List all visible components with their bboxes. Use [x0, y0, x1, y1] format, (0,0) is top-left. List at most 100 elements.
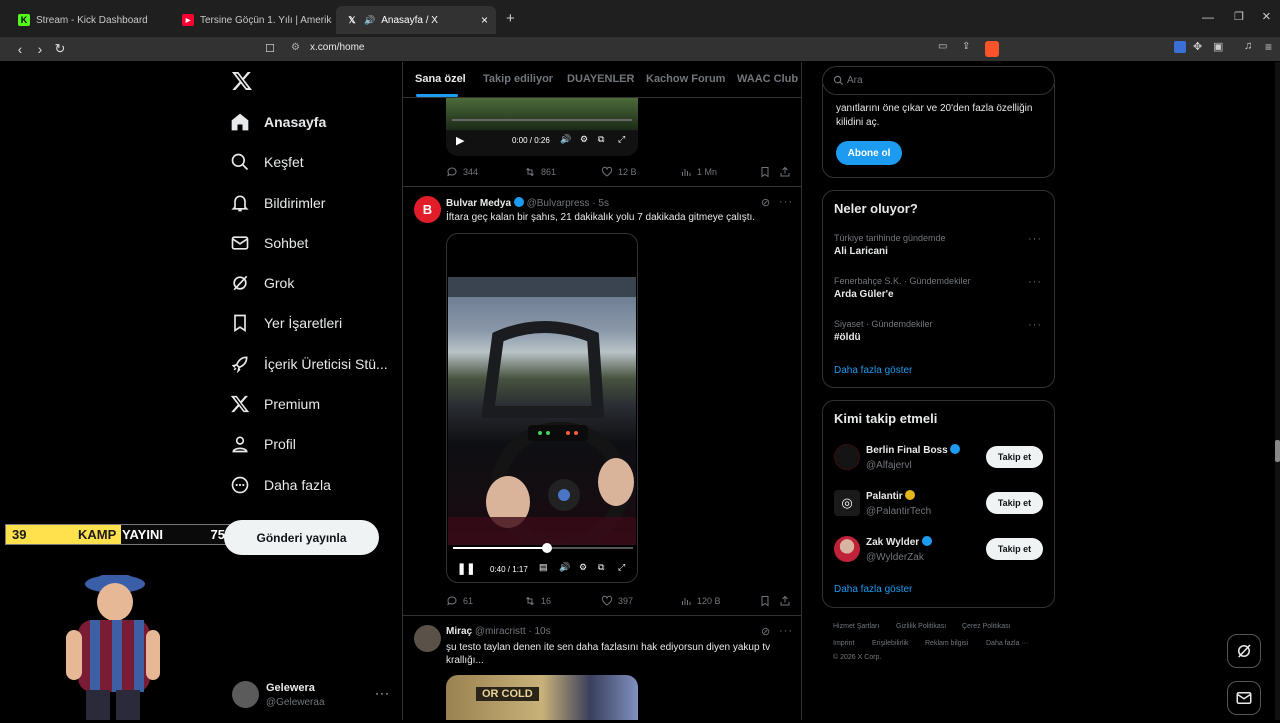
brave-shield-icon[interactable] [985, 41, 999, 57]
restore-button[interactable]: ❐ [1234, 10, 1244, 23]
like-button[interactable]: 12 B [601, 166, 637, 178]
footer-link[interactable]: Reklam bilgisi [925, 640, 968, 647]
avatar[interactable] [834, 536, 860, 562]
fullscreen-icon[interactable]: ⤢ [618, 134, 625, 145]
cast-icon[interactable]: ▭ [938, 41, 947, 52]
post-video[interactable]: ▶ 0:00 / 0:26 🔊 ⚙ ⧉ ⤢ [446, 98, 638, 156]
puzzle-icon[interactable]: ✥ [1193, 40, 1202, 53]
follow-item-name[interactable]: Zak Wylder [866, 536, 932, 548]
extension-icon[interactable] [1174, 41, 1186, 53]
follow-button[interactable]: Takip et [986, 446, 1043, 468]
post-image[interactable]: OR COLD [446, 675, 638, 720]
media-icon[interactable]: ♫ [1244, 40, 1252, 52]
grok-float-button[interactable] [1227, 634, 1261, 668]
reply-button[interactable]: 61 [446, 595, 473, 607]
post-video[interactable]: ❚❚ 0:40 / 1:17 ▤ 🔊 ⚙ ⧉ ⤢ [446, 233, 638, 583]
tab-for-you[interactable]: Sana özel [415, 73, 466, 85]
author-handle[interactable]: @miracristt [475, 626, 526, 637]
trend-item[interactable]: Arda Güler'e [834, 289, 894, 300]
close-window-button[interactable]: × [1262, 8, 1271, 25]
tab-x[interactable]: 𝕏 🔊 Anasayfa / X × [336, 6, 496, 34]
sidebar-item-explore[interactable]: Keşfet [230, 145, 304, 179]
tab-kachow-forum[interactable]: Kachow Forum [646, 73, 725, 85]
sidebar-item-home[interactable]: Anasayfa [230, 105, 326, 139]
sidebar-item-notifications[interactable]: Bildirimler [230, 186, 325, 220]
share-button[interactable] [779, 166, 791, 178]
trend-item[interactable]: Ali Laricani [834, 246, 888, 257]
volume-icon[interactable]: 🔊 [560, 134, 571, 145]
captions-icon[interactable]: ▤ [539, 562, 548, 573]
avatar[interactable] [414, 625, 441, 652]
minimize-button[interactable]: — [1202, 10, 1214, 24]
video-progress-track[interactable] [452, 119, 632, 121]
footer-link[interactable]: Imprint [833, 640, 854, 647]
show-more-trends-link[interactable]: Daha fazla göster [834, 365, 912, 376]
pip-icon[interactable]: ⧉ [598, 134, 604, 145]
share-button[interactable] [779, 595, 791, 607]
close-tab-icon[interactable]: × [481, 13, 488, 27]
reload-icon[interactable]: ↻ [51, 40, 69, 58]
avatar[interactable] [232, 681, 259, 708]
trend-item[interactable]: #öldü [834, 332, 861, 343]
tab-following[interactable]: Takip ediliyor [483, 73, 553, 85]
pip-icon[interactable]: ⧉ [598, 562, 604, 573]
account-menu-icon[interactable]: ··· [375, 686, 390, 700]
palantir-logo-icon[interactable]: ◎ [834, 490, 860, 516]
video-progress-handle[interactable] [541, 543, 552, 553]
sidebar-item-creator-studio[interactable]: İçerik Üreticisi Stü... [230, 347, 388, 381]
repost-button[interactable]: 16 [524, 595, 551, 607]
repost-button[interactable]: 861 [524, 166, 556, 178]
fullscreen-icon[interactable]: ⤢ [618, 562, 625, 573]
share-icon[interactable]: ⇪ [962, 41, 970, 52]
footer-link[interactable]: Erişilebilirlik [872, 640, 909, 647]
play-icon[interactable]: ▶ [456, 134, 464, 147]
grok-post-icon[interactable]: ⊘ [761, 625, 770, 638]
volume-icon[interactable]: 🔊 [559, 562, 570, 573]
subscribe-button[interactable]: Abone ol [836, 141, 902, 165]
trend-more-icon[interactable]: ··· [1028, 319, 1042, 331]
tab-waac-club[interactable]: WAAC Club [737, 73, 798, 85]
tab-kick[interactable]: K Stream - Kick Dashboard [8, 6, 168, 34]
views-button[interactable]: 1 Mn [680, 166, 717, 178]
like-button[interactable]: 397 [601, 595, 633, 607]
footer-link[interactable]: Hizmet Şartları [833, 623, 879, 630]
url-field[interactable]: x.com/home [310, 42, 364, 53]
post-time[interactable]: · 10s [528, 626, 550, 637]
new-tab-button[interactable]: + [506, 10, 515, 27]
messages-float-button[interactable] [1227, 681, 1261, 715]
trend-more-icon[interactable]: ··· [1028, 276, 1042, 288]
views-button[interactable]: 120 B [680, 595, 721, 607]
trend-more-icon[interactable]: ··· [1028, 233, 1042, 245]
avatar[interactable]: B [414, 196, 441, 223]
post-time[interactable]: · 5s [592, 198, 609, 209]
reply-button[interactable]: 344 [446, 166, 478, 178]
footer-link[interactable]: Gizlilik Politikası [896, 623, 946, 630]
sidebar-item-messages[interactable]: Sohbet [230, 226, 308, 260]
page-scrollbar[interactable] [1275, 62, 1280, 720]
sidebar-item-premium[interactable]: Premium [230, 387, 320, 421]
site-info-icon[interactable]: ⚙ [291, 42, 300, 53]
author-handle[interactable]: @Bulvarpress [527, 198, 590, 209]
follow-button[interactable]: Takip et [986, 492, 1043, 514]
follow-item-name[interactable]: Palantir [866, 490, 916, 502]
sidebar-item-bookmarks[interactable]: Yer İşaretleri [230, 306, 342, 340]
forward-icon[interactable]: › [31, 40, 49, 58]
x-logo-icon[interactable] [231, 70, 253, 92]
bookmark-button[interactable] [759, 595, 771, 607]
back-icon[interactable]: ‹ [11, 40, 29, 58]
author-name[interactable]: Bulvar Medya [446, 198, 511, 209]
show-more-follow-link[interactable]: Daha fazla göster [834, 584, 912, 595]
grok-post-icon[interactable]: ⊘ [761, 196, 770, 209]
sidebar-item-grok[interactable]: Grok [230, 266, 294, 300]
footer-link[interactable]: Çerez Politikası [962, 623, 1011, 630]
sidebar-item-more[interactable]: Daha fazla [230, 468, 331, 502]
follow-item-name[interactable]: Berlin Final Boss [866, 444, 961, 456]
sidebar-toggle-icon[interactable]: ▣ [1213, 40, 1223, 53]
bookmark-button[interactable] [759, 166, 771, 178]
follow-button[interactable]: Takip et [986, 538, 1043, 560]
settings-icon[interactable]: ⚙ [580, 134, 588, 145]
post-more-icon[interactable]: ··· [779, 196, 793, 208]
scrollbar-thumb[interactable] [1275, 440, 1280, 462]
pause-icon[interactable]: ❚❚ [457, 562, 475, 575]
tab-youtube[interactable]: ▶ Tersine Göçün 1. Yılı | Amerika vs Tür… [172, 6, 332, 34]
